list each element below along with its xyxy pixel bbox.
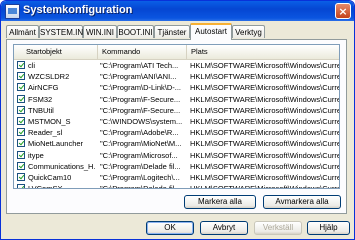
window-title: Systemkonfiguration	[23, 4, 133, 16]
startup-item-location: HKLM\SOFTWARE\Microsoft\Windows\CurrentV…	[190, 184, 339, 189]
enable-checkbox[interactable]	[17, 128, 25, 137]
enable-checkbox[interactable]	[17, 61, 25, 69]
startup-list[interactable]: Startobjekt Kommando Plats cli "C:\Progra…	[13, 44, 340, 189]
title-bar[interactable]: Systemkonfiguration ×	[1, 1, 354, 21]
startup-item-location: HKLM\SOFTWARE\Microsoft\Windows\CurrentV…	[190, 161, 339, 171]
list-item[interactable]: QuickCam10 "C:\Program\Logitech\... HKLM\S…	[14, 172, 339, 183]
list-item[interactable]: MioNetLauncher "C:\Program\MioNet\M... HKL…	[14, 138, 339, 149]
list-item[interactable]: FSM32 "C:\Program\F-Secure... HKLM\SOFTWAR…	[14, 94, 339, 105]
list-item[interactable]: Reader_sl "C:\Program\Adobe\R... HKLM\SOFT…	[14, 127, 339, 138]
startup-item-command: "C:\Program\Microsof...	[100, 150, 178, 160]
startup-item-location: HKLM\SOFTWARE\Microsoft\Windows\CurrentV…	[190, 83, 339, 93]
enable-checkbox[interactable]	[17, 72, 25, 81]
enable-checkbox[interactable]	[17, 94, 25, 103]
startup-item-location: HKLM\SOFTWARE\Microsoft\Windows\CurrentV…	[190, 139, 339, 149]
tab-tools[interactable]: Verktyg	[232, 25, 265, 38]
list-item[interactable]: Communications_H... "C:\Program\Delade fi…	[14, 161, 339, 172]
enable-checkbox[interactable]	[17, 139, 25, 148]
enable-checkbox[interactable]	[17, 184, 25, 188]
cancel-button[interactable]: Avbryt	[200, 221, 248, 235]
startup-item-command: "C:\Program\Delade fil...	[100, 161, 181, 171]
startup-item-location: HKLM\SOFTWARE\Microsoft\Windows\CurrentV…	[190, 105, 339, 115]
startup-panel: Startobjekt Kommando Plats cli "C:\Progra…	[6, 39, 347, 214]
startup-item-name: itype	[28, 150, 44, 160]
startup-item-location: HKLM\SOFTWARE\Microsoft\Windows\CurrentV…	[190, 94, 339, 104]
ok-button[interactable]: OK	[146, 221, 194, 235]
startup-item-name: WZCSLDR2	[28, 72, 70, 82]
close-button[interactable]: ×	[335, 3, 351, 19]
list-item[interactable]: itype "C:\Program\Microsof... HKLM\SOFTWAR…	[14, 150, 339, 161]
startup-item-command: "C:\Program\D-Link\D-...	[100, 83, 182, 93]
startup-item-command: "C:\Program\MioNet\M...	[100, 139, 182, 149]
startup-item-location: HKLM\SOFTWARE\Microsoft\Windows\CurrentV…	[190, 72, 339, 82]
enable-checkbox[interactable]	[17, 172, 25, 181]
startup-item-name: Communications_H...	[28, 161, 96, 171]
startup-item-name: AirNCFG	[28, 83, 59, 93]
startup-item-command: "C:\Program\Delade fil...	[100, 184, 181, 189]
column-header-startup-item[interactable]: Startobjekt	[14, 45, 98, 59]
startup-item-name: LVComSX	[28, 184, 63, 189]
startup-item-name: cli	[28, 61, 36, 70]
tab-services[interactable]: Tjänster	[154, 25, 190, 38]
list-item[interactable]: AirNCFG "C:\Program\D-Link\D-... HKLM\SOFT…	[14, 82, 339, 93]
startup-item-name: FSM32	[28, 94, 53, 104]
list-item[interactable]: MSTMON_S "C:\WINDOWS\system... HKLM\SOFTWA…	[14, 116, 339, 127]
startup-item-name: QuickCam10	[28, 172, 72, 182]
list-item[interactable]: cli "C:\Program\ATI Tech... HKLM\SOFTWARE\…	[14, 60, 339, 71]
list-header: Startobjekt Kommando Plats	[14, 45, 339, 60]
help-button[interactable]: Hjälp	[307, 221, 350, 235]
startup-item-location: HKLM\SOFTWARE\Microsoft\Windows\CurrentV…	[190, 172, 339, 182]
enable-checkbox[interactable]	[17, 116, 25, 125]
system-configuration-window: Systemkonfiguration × Allmänt SYSTEM.INI…	[0, 0, 355, 240]
startup-item-name: Reader_sl	[28, 128, 63, 138]
list-item[interactable]: WZCSLDR2 "C:\Program\ANI\ANI... HKLM\SOFTW…	[14, 71, 339, 82]
startup-item-command: "C:\Program\Adobe\R...	[100, 128, 179, 138]
tab-startup[interactable]: Autostart	[190, 23, 232, 40]
tab-boot-ini[interactable]: BOOT.INI	[117, 25, 154, 38]
startup-item-location: HKLM\SOFTWARE\Microsoft\Windows\CurrentV…	[190, 116, 339, 126]
enable-checkbox[interactable]	[17, 161, 25, 170]
startup-item-name: MSTMON_S	[28, 116, 71, 126]
startup-item-location: HKLM\SOFTWARE\Microsoft\Windows\CurrentV…	[190, 150, 339, 160]
startup-item-command: "C:\Program\Logitech\...	[100, 172, 180, 182]
startup-item-command: "C:\Program\ATI Tech...	[100, 61, 179, 70]
column-header-command[interactable]: Kommando	[98, 45, 187, 59]
startup-item-location: HKLM\SOFTWARE\Microsoft\Windows\CurrentV…	[190, 128, 339, 138]
startup-item-command: "C:\WINDOWS\system...	[100, 116, 183, 126]
list-item[interactable]: LVComSX "C:\Program\Delade fil... HKLM\SOF…	[14, 183, 339, 189]
column-header-location[interactable]: Plats	[187, 45, 339, 59]
enable-checkbox[interactable]	[17, 83, 25, 92]
startup-item-location: HKLM\SOFTWARE\Microsoft\Windows\CurrentV…	[190, 61, 339, 70]
app-icon	[5, 4, 20, 19]
enable-checkbox[interactable]	[17, 105, 25, 114]
apply-button[interactable]: Verkställ	[254, 221, 302, 235]
startup-item-command: "C:\Program\F-Secure...	[100, 105, 181, 115]
list-item[interactable]: TNBUtil "C:\Program\F-Secure... HKLM\SOFTW…	[14, 105, 339, 116]
tab-strip: Allmänt SYSTEM.INI WIN.INI BOOT.INI Tjän…	[6, 23, 349, 40]
startup-item-command: "C:\Program\ANI\ANI...	[100, 72, 177, 82]
startup-rows: cli "C:\Program\ATI Tech... HKLM\SOFTWARE\…	[14, 60, 339, 189]
startup-item-name: TNBUtil	[28, 105, 54, 115]
tab-system-ini[interactable]: SYSTEM.INI	[39, 25, 85, 38]
tab-general[interactable]: Allmänt	[6, 25, 39, 38]
startup-item-command: "C:\Program\F-Secure...	[100, 94, 181, 104]
disable-all-button[interactable]: Avmarkera alla	[263, 195, 341, 209]
enable-checkbox[interactable]	[17, 150, 25, 159]
startup-item-name: MioNetLauncher	[28, 139, 84, 149]
tab-win-ini[interactable]: WIN.INI	[83, 25, 117, 38]
enable-all-button[interactable]: Markera alla	[184, 195, 256, 209]
